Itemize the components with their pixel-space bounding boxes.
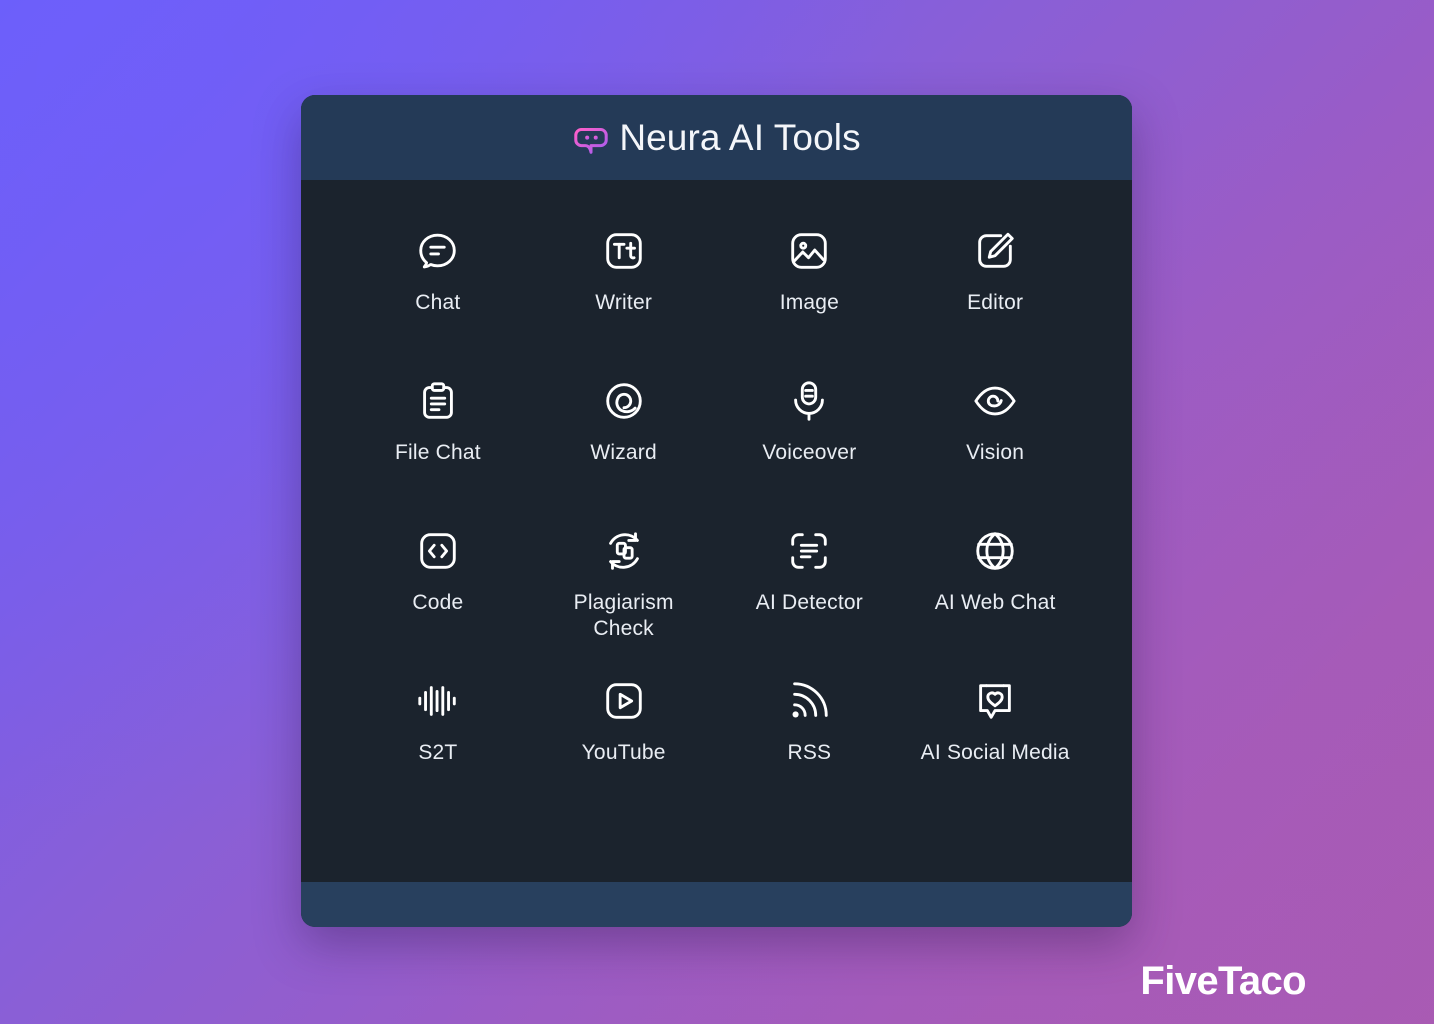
globe-www-icon bbox=[972, 528, 1018, 574]
card-footer bbox=[301, 882, 1132, 927]
tool-label: Chat bbox=[415, 291, 461, 314]
tools-card: Neura AI Tools Chat Writer Image Editor … bbox=[301, 95, 1132, 927]
chat-bubble-logo-icon bbox=[572, 117, 610, 158]
tool-tile-code[interactable]: Code bbox=[345, 528, 531, 678]
scan-text-icon bbox=[786, 528, 832, 574]
tool-tile-chat[interactable]: Chat bbox=[345, 228, 531, 378]
tool-tile-ai-web-chat[interactable]: AI Web Chat bbox=[902, 528, 1088, 678]
tool-label: Editor bbox=[967, 291, 1024, 314]
tool-tile-rss[interactable]: RSS bbox=[717, 678, 903, 828]
watermark: FiveTaco bbox=[1140, 959, 1306, 1003]
tool-tile-vision[interactable]: Vision bbox=[902, 378, 1088, 528]
audio-waveform-icon bbox=[415, 678, 461, 724]
tool-label: Voiceover bbox=[762, 441, 857, 464]
tool-tile-file-chat[interactable]: File Chat bbox=[345, 378, 531, 528]
page-background: Neura AI Tools Chat Writer Image Editor … bbox=[0, 0, 1434, 1024]
tool-label: File Chat bbox=[394, 441, 481, 464]
tool-label: Image bbox=[779, 291, 840, 314]
chat-bubble-icon bbox=[415, 228, 461, 274]
microphone-icon bbox=[786, 378, 832, 424]
tool-label: RSS bbox=[787, 741, 832, 764]
tool-label: Plagiarism Check bbox=[573, 591, 674, 641]
tool-label: AI Detector bbox=[755, 591, 863, 614]
tool-label: Wizard bbox=[590, 441, 657, 464]
tool-tile-image[interactable]: Image bbox=[717, 228, 903, 378]
eye-icon bbox=[972, 378, 1018, 424]
tool-label: AI Web Chat bbox=[934, 591, 1056, 614]
tool-tile-voiceover[interactable]: Voiceover bbox=[717, 378, 903, 528]
tool-label: Writer bbox=[595, 291, 653, 314]
play-button-icon bbox=[601, 678, 647, 724]
tool-label: YouTube bbox=[581, 741, 666, 764]
tool-label: S2T bbox=[418, 741, 458, 764]
page-title: Neura AI Tools bbox=[619, 117, 861, 158]
tool-tile-plagiarism-check[interactable]: Plagiarism Check bbox=[531, 528, 717, 678]
tool-tile-s2t[interactable]: S2T bbox=[345, 678, 531, 828]
tool-tile-youtube[interactable]: YouTube bbox=[531, 678, 717, 828]
tool-tile-wizard[interactable]: Wizard bbox=[531, 378, 717, 528]
image-picture-icon bbox=[786, 228, 832, 274]
tool-tile-writer[interactable]: Writer bbox=[531, 228, 717, 378]
tool-tile-ai-detector[interactable]: AI Detector bbox=[717, 528, 903, 678]
tool-label: AI Social Media bbox=[920, 741, 1070, 764]
pencil-edit-icon bbox=[972, 228, 1018, 274]
tool-tile-editor[interactable]: Editor bbox=[902, 228, 1088, 378]
tool-grid: Chat Writer Image Editor File Chat Wizar… bbox=[345, 228, 1088, 828]
speech-bubble-heart-icon bbox=[972, 678, 1018, 724]
text-tt-icon bbox=[601, 228, 647, 274]
clipboard-document-icon bbox=[415, 378, 461, 424]
documents-refresh-icon bbox=[601, 528, 647, 574]
code-brackets-icon bbox=[415, 528, 461, 574]
rss-signal-icon bbox=[786, 678, 832, 724]
card-header: Neura AI Tools bbox=[301, 95, 1132, 180]
tool-label: Code bbox=[412, 591, 464, 614]
tool-label: Vision bbox=[966, 441, 1025, 464]
tool-tile-ai-social-media[interactable]: AI Social Media bbox=[902, 678, 1088, 828]
card-body: Chat Writer Image Editor File Chat Wizar… bbox=[301, 180, 1132, 882]
spiral-icon bbox=[601, 378, 647, 424]
